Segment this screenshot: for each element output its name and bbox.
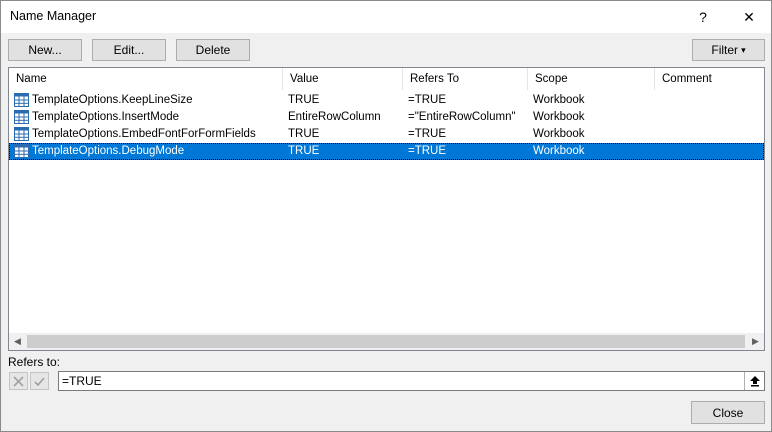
named-range-table-icon [14, 127, 29, 141]
cell-name: TemplateOptions.InsertMode [32, 111, 180, 123]
delete-button[interactable]: Delete [176, 39, 250, 61]
column-header-name[interactable]: Name [9, 68, 283, 90]
edit-button[interactable]: Edit... [92, 39, 166, 61]
new-button-label: New... [28, 43, 62, 57]
scrollbar-thumb[interactable] [27, 335, 745, 348]
cell-refers-to: =TRUE [408, 94, 447, 106]
list-item[interactable]: TemplateOptions.InsertMode EntireRowColu… [9, 109, 764, 126]
new-button[interactable]: New... [8, 39, 82, 61]
help-icon: ? [699, 9, 707, 25]
cell-scope: Workbook [533, 94, 585, 106]
edit-button-label: Edit... [113, 43, 145, 57]
name-manager-dialog: Name Manager ? ✕ New... Edit... Delete F… [0, 0, 772, 432]
list-item[interactable]: TemplateOptions.KeepLineSize TRUE =TRUE … [9, 92, 764, 109]
title-bar: Name Manager ? ✕ [1, 1, 771, 33]
filter-button-label: Filter [711, 43, 739, 57]
cell-name: TemplateOptions.EmbedFontForFormFields [32, 128, 256, 140]
cell-name: TemplateOptions.KeepLineSize [32, 94, 193, 106]
list-item-selected[interactable]: TemplateOptions.DebugMode TRUE =TRUE Wor… [9, 143, 764, 160]
column-header-value[interactable]: Value [283, 68, 403, 90]
named-range-table-icon [14, 110, 29, 124]
help-button[interactable]: ? [681, 1, 725, 33]
list-header: Name Value Refers To Scope Comment [9, 68, 764, 90]
cell-value: EntireRowColumn [288, 111, 381, 123]
close-window-button[interactable]: ✕ [727, 1, 771, 33]
cell-scope: Workbook [533, 145, 585, 157]
cell-refers-to: ="EntireRowColumn" [408, 111, 516, 123]
delete-button-label: Delete [195, 43, 231, 57]
scroll-left-button[interactable]: ◀ [9, 333, 26, 350]
cell-refers-to: =TRUE [408, 128, 447, 140]
chevron-left-icon: ◀ [14, 336, 21, 346]
cancel-edit-button[interactable] [9, 372, 28, 390]
close-button-label: Close [712, 405, 744, 420]
confirm-edit-button[interactable] [30, 372, 49, 390]
names-list[interactable]: Name Value Refers To Scope Comment Templ… [8, 67, 765, 351]
checkmark-icon [34, 376, 45, 386]
scroll-right-button[interactable]: ▶ [747, 333, 764, 350]
column-header-scope[interactable]: Scope [528, 68, 655, 90]
chevron-right-icon: ▶ [752, 336, 759, 346]
cell-value: TRUE [288, 128, 320, 140]
collapse-up-arrow-icon [749, 376, 760, 387]
cell-value: TRUE [288, 94, 320, 106]
cancel-x-icon [13, 375, 24, 387]
close-icon: ✕ [743, 8, 755, 25]
cell-name: TemplateOptions.DebugMode [32, 145, 185, 157]
refers-to-input[interactable] [58, 371, 765, 391]
column-header-refers-to[interactable]: Refers To [403, 68, 528, 90]
filter-dropdown-button[interactable]: Filter ▾ [692, 39, 765, 61]
cell-scope: Workbook [533, 111, 585, 123]
horizontal-scrollbar[interactable]: ◀ ▶ [9, 333, 764, 350]
window-title: Name Manager [10, 9, 97, 23]
chevron-down-icon: ▾ [741, 44, 746, 55]
column-header-comment[interactable]: Comment [655, 68, 764, 90]
named-range-table-icon [14, 144, 29, 158]
refers-to-label: Refers to: [8, 355, 61, 369]
list-item[interactable]: TemplateOptions.EmbedFontForFormFields T… [9, 126, 764, 143]
collapse-dialog-button[interactable] [744, 372, 764, 390]
cell-value: TRUE [288, 145, 320, 157]
cell-scope: Workbook [533, 128, 585, 140]
cell-refers-to: =TRUE [408, 145, 447, 157]
named-range-table-icon [14, 93, 29, 107]
close-button[interactable]: Close [691, 401, 765, 424]
